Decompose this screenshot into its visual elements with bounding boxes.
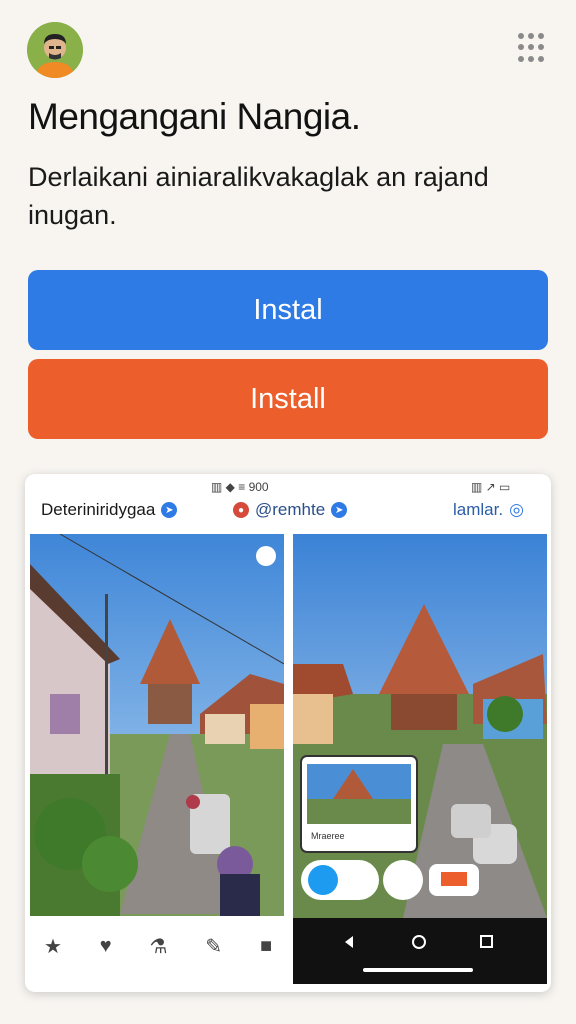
target-icon: ◎ xyxy=(509,500,524,519)
user-avatar-icon xyxy=(27,22,83,78)
left-status-bar: ▥ ◆ ≡ 900 xyxy=(211,480,269,494)
back-icon[interactable] xyxy=(345,936,353,948)
install-button-primary[interactable]: Instal xyxy=(28,270,548,350)
send-icon: ➤ xyxy=(331,502,348,518)
bookmark-icon[interactable]: ⚗ xyxy=(150,934,168,959)
home-icon[interactable] xyxy=(412,935,426,949)
avatar[interactable] xyxy=(27,22,83,78)
left-photo-panel xyxy=(30,534,284,916)
left-header: Deteriniridygaa ➤ xyxy=(41,500,178,520)
star-icon[interactable]: ★ xyxy=(44,934,62,959)
heart-icon[interactable]: ♥ xyxy=(100,935,112,958)
right-status-bar: ▥ ↗ ▭ xyxy=(471,480,511,494)
android-nav-bar xyxy=(293,918,547,984)
verified-icon: ➤ xyxy=(161,502,178,518)
pagoda-square-image: Mraeree xyxy=(293,534,547,918)
edit-icon[interactable]: ✎ xyxy=(205,934,222,959)
right-header[interactable]: lamlar. ◎ xyxy=(453,500,524,520)
center-header[interactable]: ● @remhte ➤ xyxy=(233,500,348,520)
right-photo-panel: Mraeree xyxy=(293,534,547,918)
app-preview-card: ▥ ◆ ≡ 900 ▥ ↗ ▭ Deteriniridygaa ➤ ● @rem… xyxy=(25,474,551,992)
install-button-secondary[interactable]: Install xyxy=(28,359,548,439)
page-description: Derlaikani ainiaralikvakaglak an rajand … xyxy=(28,162,489,230)
grid-menu-icon[interactable] xyxy=(518,33,548,63)
gesture-bar xyxy=(363,968,473,972)
village-street-image xyxy=(30,534,284,916)
center-header-label: @remhte xyxy=(255,500,326,519)
globe-icon: ● xyxy=(233,502,249,518)
page-title: Mengangani Nangia. xyxy=(28,96,361,137)
stop-icon[interactable]: ■ xyxy=(260,935,272,958)
svg-text:Mraeree: Mraeree xyxy=(311,831,345,841)
preview-bottom-nav: ★ ♥ ⚗ ✎ ■ xyxy=(25,918,291,992)
right-header-label: lamlar. xyxy=(453,500,504,519)
recents-icon[interactable] xyxy=(480,935,493,948)
left-header-label: Deteriniridygaa xyxy=(41,500,156,519)
